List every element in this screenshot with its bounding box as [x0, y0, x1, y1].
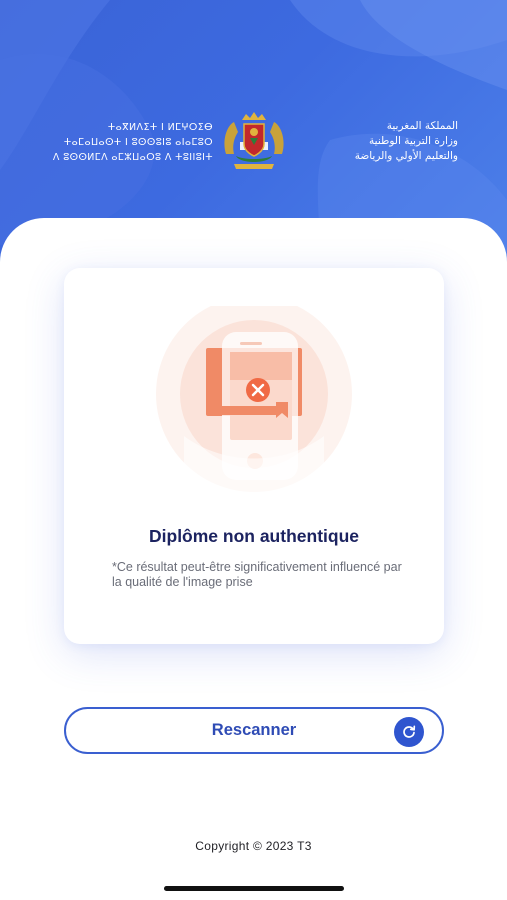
arabic-line-1: المملكة المغربية	[386, 120, 458, 132]
coat-of-arms-icon	[224, 112, 284, 169]
ministry-name-arabic: المملكة المغربية وزارة التربية الوطنية و…	[292, 119, 458, 164]
arabic-line-3: والتعليم الأولي والرياضة	[354, 150, 458, 162]
tifinagh-line-3: ⴷ ⵓⵙⵙⵍⵎⴷ ⴰⵎⵣⵡⴰⵔⵓ ⴷ ⵜⵓⵏⵏⵓⵏⵜ	[52, 152, 213, 163]
result-disclaimer: *Ce résultat peut-être significativement…	[112, 560, 402, 589]
arabic-line-2: وزارة التربية الوطنية	[369, 135, 458, 147]
ministry-name-tifinagh: ⵜⴰⴳⵍⴷⵉⵜ ⵏ ⵍⵎⵖⵔⵉⴱ ⵜⴰⵎⴰⵡⴰⵙⵜ ⵏ ⵓⵙⵙⵓⵏⵓ ⴰⵏⴰⵎⵓ…	[48, 120, 213, 165]
rescan-button[interactable]: Rescanner	[64, 707, 444, 754]
rescan-button-label: Rescanner	[211, 721, 297, 739]
phone-invalid-diploma-icon	[156, 306, 352, 506]
result-title: Diplôme non authentique	[149, 526, 359, 546]
refresh-icon	[394, 717, 424, 747]
tifinagh-line-2: ⵜⴰⵎⴰⵡⴰⵙⵜ ⵏ ⵓⵙⵙⵓⵏⵓ ⴰⵏⴰⵎⵓⵔ	[63, 137, 213, 148]
tifinagh-line-1: ⵜⴰⴳⵍⴷⵉⵜ ⵏ ⵍⵎⵖⵔⵉⴱ	[107, 122, 213, 133]
copyright-text: Copyright © 2023 T3	[195, 839, 312, 853]
result-card: Diplôme non authentique *Ce résultat peu…	[64, 268, 444, 644]
home-indicator[interactable]	[164, 886, 344, 891]
